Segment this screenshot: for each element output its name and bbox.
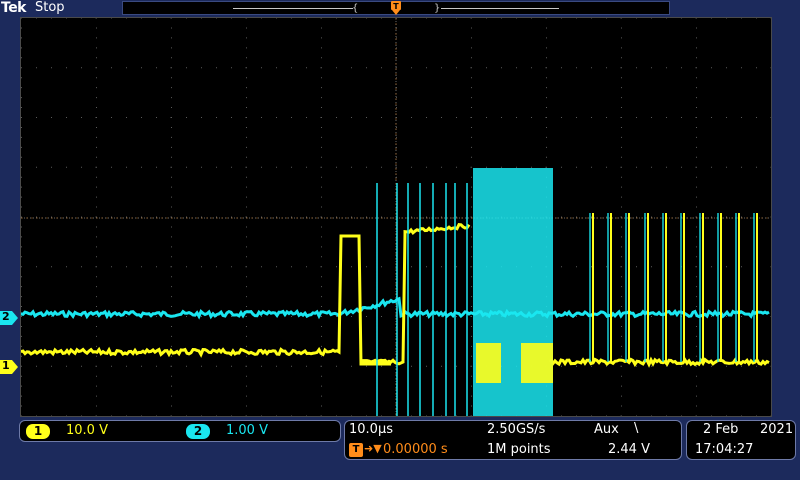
ch2-badge[interactable]: 2 bbox=[186, 424, 210, 439]
falling-edge-icon: \ bbox=[634, 421, 639, 436]
trigger-source[interactable]: Aux bbox=[594, 422, 619, 437]
record-line-left bbox=[233, 8, 353, 9]
channel-scale-panel[interactable]: 1 10.0 V 2 1.00 V bbox=[19, 420, 341, 442]
ch1-trace bbox=[21, 223, 471, 366]
year: 2021 bbox=[760, 422, 794, 437]
waveform-display[interactable] bbox=[20, 17, 772, 417]
ch1-scale[interactable]: 10.0 V bbox=[66, 423, 108, 438]
trigger-level[interactable]: 2.44 V bbox=[608, 442, 650, 457]
trigger-delay-icon: T bbox=[349, 443, 363, 457]
date: 2 Feb bbox=[703, 422, 739, 437]
delay-arrow-icon: ➜▼ bbox=[364, 442, 382, 455]
ch1-burst-left bbox=[476, 343, 501, 383]
horizontal-trigger-panel[interactable]: 10.0µs 2.50GS/s Aux \ T ➜▼ 0.00000 s 1M … bbox=[344, 420, 682, 460]
ch2-ground-marker[interactable]: 2 bbox=[0, 310, 18, 325]
svg-text:T: T bbox=[393, 2, 399, 11]
acquisition-status[interactable]: Stop bbox=[35, 0, 65, 15]
brand-logo: Tek bbox=[1, 0, 27, 16]
top-status-bar: Tek Stop { } T bbox=[0, 0, 800, 17]
time-per-div[interactable]: 10.0µs bbox=[349, 422, 393, 437]
record-length[interactable]: 1M points bbox=[487, 442, 551, 457]
ch1-ground-marker[interactable]: 1 bbox=[0, 359, 18, 374]
ch1-badge[interactable]: 1 bbox=[26, 424, 50, 439]
graticule-grid bbox=[21, 18, 771, 416]
sample-rate: 2.50GS/s bbox=[487, 422, 546, 437]
record-line-right bbox=[441, 8, 559, 9]
ch2-trace bbox=[21, 296, 770, 320]
trigger-delay[interactable]: 0.00000 s bbox=[383, 442, 448, 457]
trigger-position-icon: T bbox=[391, 1, 401, 15]
datetime-panel: 2 Feb 2021 17:04:27 bbox=[686, 420, 796, 460]
ch1-burst-right bbox=[521, 343, 553, 383]
time: 17:04:27 bbox=[695, 442, 754, 457]
record-bracket-right: } bbox=[434, 3, 441, 14]
ch2-scale[interactable]: 1.00 V bbox=[226, 423, 268, 438]
record-bracket-left: { bbox=[352, 3, 359, 14]
